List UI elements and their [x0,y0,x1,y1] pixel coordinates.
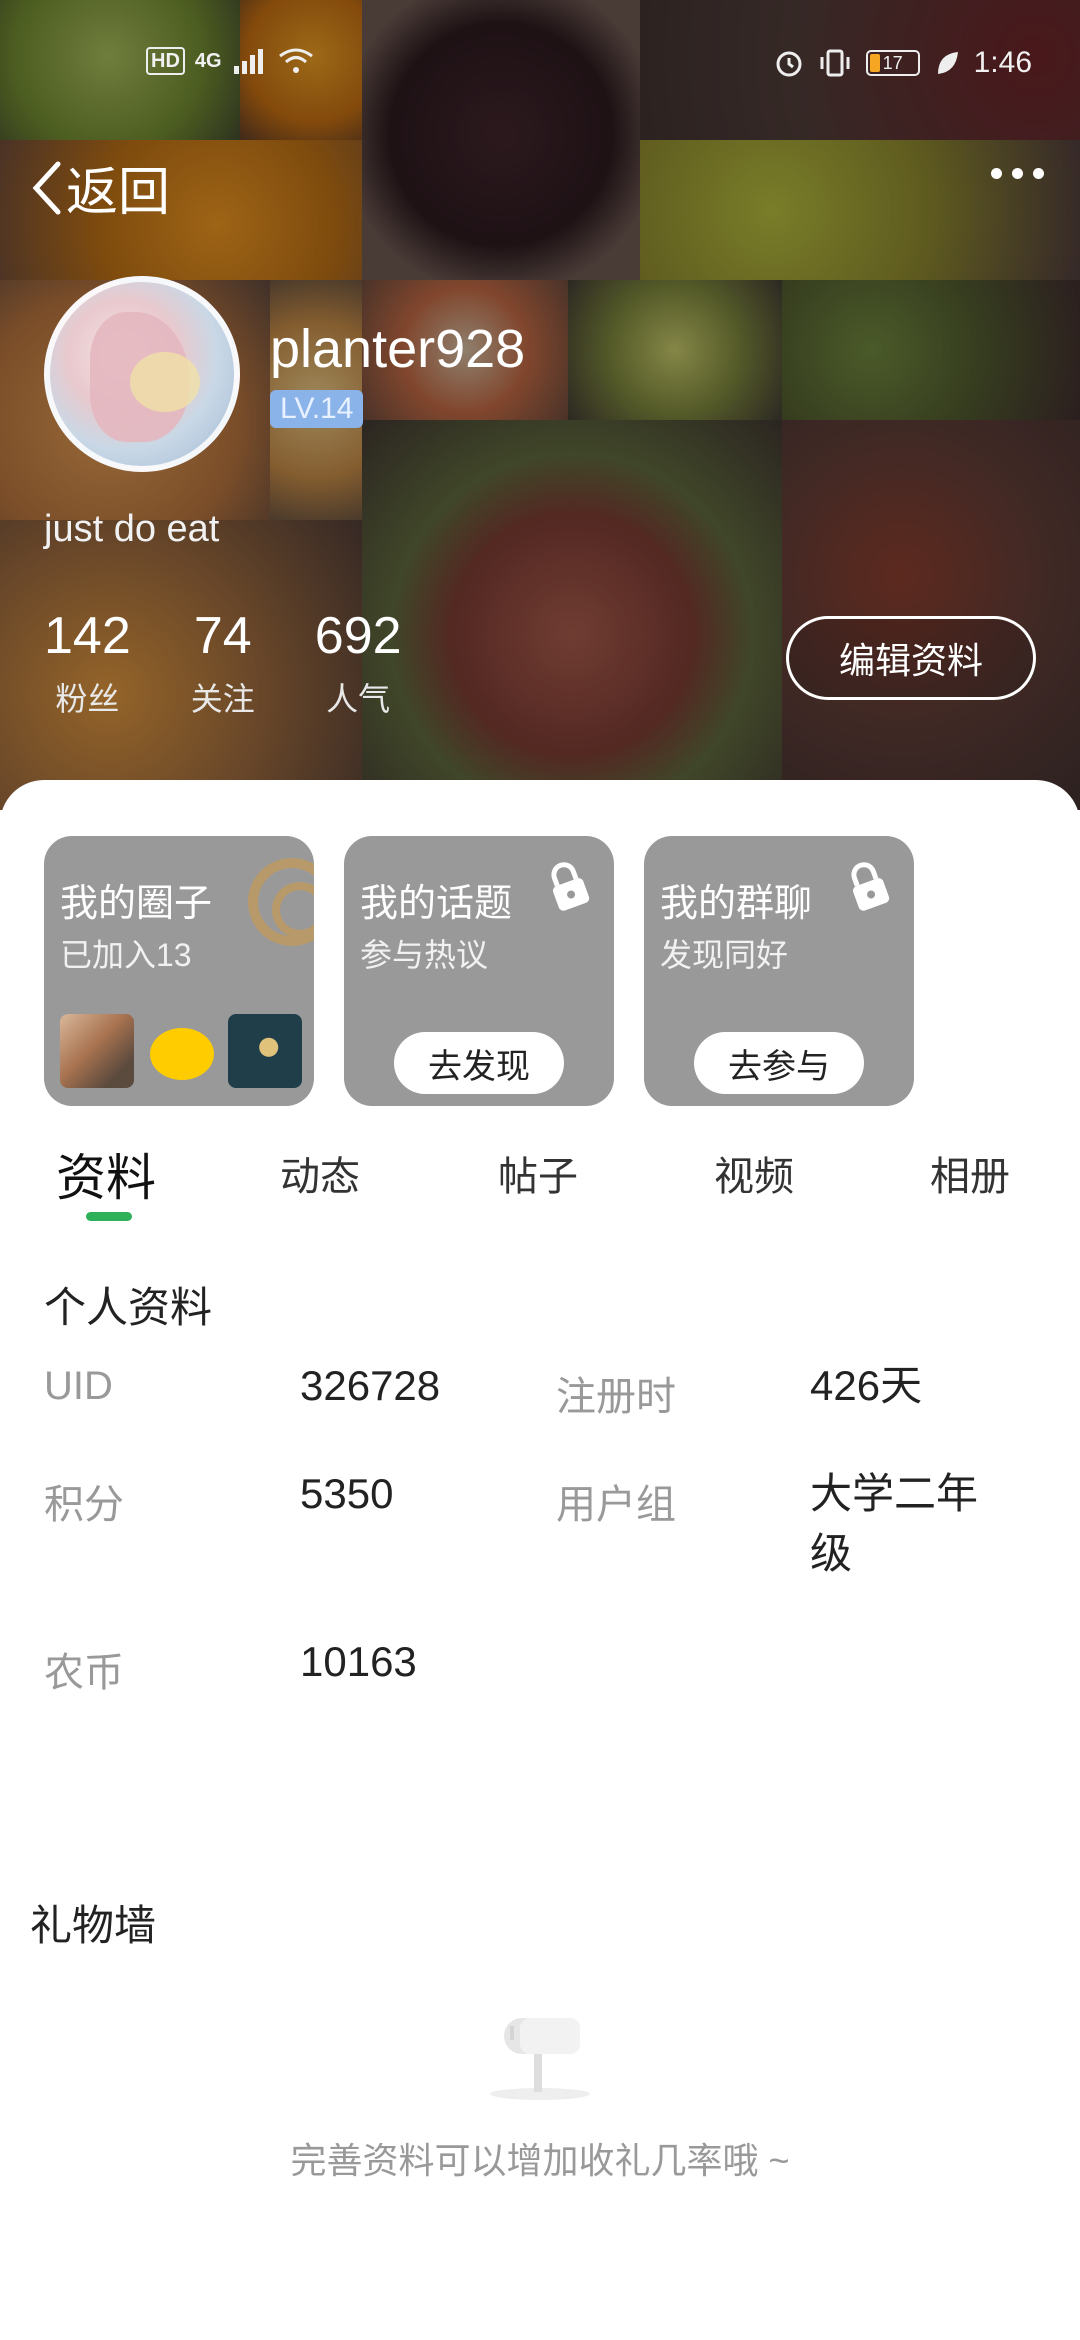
stat-fans[interactable]: 142 粉丝 [44,606,131,720]
field-label-user-group: 用户组 [556,1483,676,1527]
mailbox-icon [490,2018,590,2100]
profile-cover: HD 4G 17 1:46 返回 planter928 LV.14 just d… [0,0,1080,810]
chevron-left-icon [32,161,61,214]
discover-button[interactable]: 去发现 [394,1032,564,1094]
field-value-points: 5350 [300,1470,394,1517]
personal-info-title: 个人资料 [44,1284,213,1331]
tab-posts[interactable]: 帖子 [498,1144,578,1202]
more-dot-icon [991,168,1002,179]
circle-logo-icon [248,858,314,946]
lock-icon [851,862,890,911]
battery-icon: 17 [865,50,920,76]
level-badge: LV.14 [270,390,364,428]
stats-row: 142 粉丝 74 关注 692 人气 [44,606,462,720]
avatar-map-shape [130,352,200,412]
stat-following[interactable]: 74 关注 [191,606,255,720]
tab-videos[interactable]: 视频 [714,1144,794,1202]
clock-time: 1:46 [973,46,1032,79]
field-value-user-group: 大学二年级 [810,1470,979,1577]
edit-profile-button[interactable]: 编辑资料 [786,616,1036,700]
network-type-label: 4G [194,49,222,72]
avatar[interactable] [44,276,240,472]
field-label-points: 积分 [44,1483,124,1527]
field-value-coins: 10163 [300,1638,417,1685]
more-options-button[interactable] [991,168,1044,179]
back-label: 返回 [66,164,171,222]
card-title: 我的群聊 [660,883,813,925]
vibrate-icon [820,49,850,77]
more-dot-icon [1033,168,1044,179]
stat-number: 692 [314,607,402,665]
tab-profile[interactable]: 资料 [56,1138,156,1210]
wifi-icon [278,48,313,73]
leaf-icon [937,52,958,74]
stat-number: 142 [44,607,131,665]
alarm-icon [776,51,802,77]
tab-feed[interactable]: 动态 [280,1144,360,1202]
gift-wall-empty-text: 完善资料可以增加收礼几率哦 ~ [290,2140,790,2181]
card-title: 我的圈子 [60,883,213,925]
stat-label: 人气 [326,681,391,717]
card-my-circles[interactable]: 我的圈子 已加入13 [44,836,314,1106]
field-label-coins: 农币 [44,1651,124,1695]
feature-cards: 我的圈子 已加入13 我的话题 参与热议 去发现 我的群聊 发现同好 去参与 [44,836,914,1106]
username: planter928 [270,319,526,379]
card-title: 我的话题 [360,883,513,925]
back-button[interactable]: 返回 [28,150,170,225]
card-my-group-chats[interactable]: 我的群聊 发现同好 去参与 [644,836,914,1106]
status-bar: HD 4G 17 1:46 [0,40,1080,92]
field-label-uid: UID [44,1364,113,1408]
stat-popularity[interactable]: 692 人气 [315,606,402,720]
field-label-registered: 注册时 [556,1375,676,1419]
lock-icon [551,862,590,911]
field-value-registered: 426天 [810,1362,923,1409]
join-button[interactable]: 去参与 [694,1032,864,1094]
circle-thumbnails [60,1014,302,1088]
field-value-uid: 326728 [300,1362,441,1409]
card-subtitle: 已加入13 [60,937,192,973]
hd-indicator: HD [146,47,185,75]
profile-sheet: 我的圈子 已加入13 我的话题 参与热议 去发现 我的群聊 发现同好 去参与 资… [0,780,1080,2340]
card-subtitle: 发现同好 [660,937,789,973]
more-dot-icon [1012,168,1023,179]
stat-label: 关注 [190,681,255,717]
circle-thumbnail-moon[interactable] [228,1014,302,1088]
active-tab-indicator [86,1212,132,1221]
signal-icon [233,49,263,74]
stat-number: 74 [193,607,252,665]
tab-album[interactable]: 相册 [930,1144,1010,1202]
gift-wall-title: 礼物墙 [30,1902,157,1949]
stat-label: 粉丝 [55,681,120,717]
card-subtitle: 参与热议 [360,937,489,973]
circle-thumbnail-chat-bubble[interactable] [144,1014,218,1088]
profile-tabs: 资料 动态 帖子 视频 相册 [0,1138,1080,1228]
circle-thumbnail-bird[interactable] [60,1014,134,1088]
bio-text: just do eat [44,508,220,550]
card-my-topics[interactable]: 我的话题 参与热议 去发现 [344,836,614,1106]
